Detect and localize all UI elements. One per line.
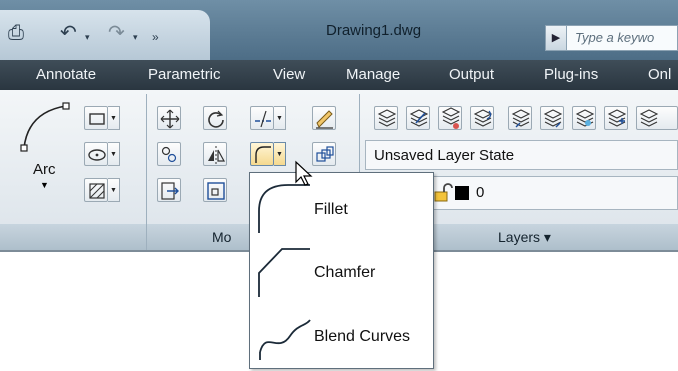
menu-item-chamfer[interactable]: Chamfer <box>250 243 433 305</box>
layer-color-swatch <box>455 186 469 200</box>
tab-online[interactable]: Onl <box>648 66 671 83</box>
layer-tool-icon <box>607 109 627 127</box>
array-icon <box>316 146 334 162</box>
arc-dropdown-icon[interactable]: ▼ <box>40 180 49 190</box>
copy-icon <box>161 146 177 163</box>
layer-state-value: Unsaved Layer State <box>374 147 515 164</box>
rectangle-icon <box>89 113 105 125</box>
tab-parametric[interactable]: Parametric <box>148 66 221 83</box>
undo-icon[interactable]: ↶ <box>60 23 77 43</box>
scale-button[interactable] <box>203 178 227 202</box>
layer-more-icon <box>639 109 659 127</box>
layers-panel-label[interactable]: Layers ▾ <box>498 229 551 246</box>
layer-isolate-icon <box>511 109 531 128</box>
ellipse-icon <box>88 149 106 161</box>
unisolate-layer-button[interactable] <box>540 106 564 130</box>
mirror-icon <box>208 146 226 164</box>
menu-item-label: Fillet <box>314 201 348 218</box>
move-button[interactable] <box>157 106 181 130</box>
move-icon <box>160 109 180 129</box>
stretch-button[interactable] <box>157 178 181 202</box>
trim-dropdown-icon[interactable]: ▼ <box>274 106 286 130</box>
unlock-icon[interactable] <box>433 183 453 203</box>
trim-icon <box>255 110 271 128</box>
layer-walk-button[interactable] <box>572 106 596 130</box>
ellipse-button[interactable] <box>84 142 108 166</box>
layer-current-icon <box>409 109 429 127</box>
layer-walk-icon <box>575 109 595 127</box>
array-button[interactable] <box>312 142 336 166</box>
search-box[interactable]: ▶ Type a keywo <box>545 25 678 51</box>
quick-access-toolbar: ⎙ ↶ ▾ ↷ ▾ » <box>0 10 210 60</box>
rotate-icon <box>208 110 224 128</box>
layer-properties-button[interactable] <box>374 106 398 130</box>
mouse-cursor-icon <box>295 160 313 186</box>
print-icon[interactable]: ⎙ <box>8 23 24 43</box>
tab-view[interactable]: View <box>273 66 305 83</box>
fillet-icon <box>255 146 271 163</box>
menu-item-label: Chamfer <box>314 264 376 281</box>
ribbon-tab-bar: Annotate Parametric View Manage Output P… <box>0 60 678 90</box>
rectangle-dropdown-icon[interactable]: ▼ <box>108 106 120 130</box>
modify-panel-label[interactable]: Mo <box>212 229 231 245</box>
hatch-button[interactable] <box>84 178 108 202</box>
fillet-button[interactable] <box>250 142 274 166</box>
redo-icon[interactable]: ↷ <box>108 23 125 43</box>
hatch-icon <box>89 183 105 199</box>
fillet-dropdown-icon[interactable]: ▼ <box>274 142 286 166</box>
trim-button[interactable] <box>250 106 274 130</box>
panel-separator <box>146 94 147 250</box>
title-bar: ⎙ ↶ ▾ ↷ ▾ » Drawing1.dwg ▶ Type a keywo <box>0 0 678 60</box>
ellipse-dropdown-icon[interactable]: ▼ <box>108 142 120 166</box>
search-expand-arrow-icon[interactable]: ▶ <box>546 26 567 50</box>
layer-previous-icon <box>473 109 493 127</box>
make-current-button[interactable] <box>406 106 430 130</box>
layer-state-dropdown[interactable]: Unsaved Layer State <box>365 140 678 170</box>
tab-annotate[interactable]: Annotate <box>36 66 96 83</box>
match-layer-button[interactable] <box>438 106 462 130</box>
fillet-flyout-menu: Fillet Chamfer Blend Curves <box>249 172 434 369</box>
menu-item-label: Blend Curves <box>314 328 411 345</box>
layer-properties-icon <box>377 109 397 127</box>
chamfer-icon <box>258 248 310 297</box>
arc-label: Arc <box>33 161 56 178</box>
blend-curves-icon <box>259 319 311 360</box>
window-title: Drawing1.dwg <box>326 22 422 39</box>
mirror-button[interactable] <box>203 142 227 166</box>
isolate-layer-button[interactable] <box>508 106 532 130</box>
previous-layer-button[interactable] <box>470 106 494 130</box>
menu-item-blend-curves[interactable]: Blend Curves <box>250 306 433 368</box>
arc-icon <box>20 102 70 152</box>
layer-tool-button[interactable] <box>604 106 628 130</box>
erase-icon <box>316 110 333 129</box>
hatch-dropdown-icon[interactable]: ▼ <box>108 178 120 202</box>
more-commands-icon[interactable]: » <box>152 30 159 44</box>
search-input[interactable]: Type a keywo <box>575 30 654 45</box>
layer-unisolate-icon <box>543 109 563 128</box>
tab-output[interactable]: Output <box>449 66 494 83</box>
rotate-button[interactable] <box>203 106 227 130</box>
stretch-icon <box>161 182 179 200</box>
menu-item-fillet[interactable]: Fillet <box>250 179 433 241</box>
tab-manage[interactable]: Manage <box>346 66 400 83</box>
rectangle-button[interactable] <box>84 106 108 130</box>
copy-button[interactable] <box>157 142 181 166</box>
erase-button[interactable] <box>312 106 336 130</box>
undo-dropdown-icon[interactable]: ▾ <box>85 32 90 43</box>
current-layer-name: 0 <box>476 184 485 201</box>
layer-match-icon <box>441 107 461 129</box>
scale-icon <box>207 182 225 200</box>
redo-dropdown-icon[interactable]: ▾ <box>133 32 138 43</box>
layer-more-button[interactable] <box>636 106 678 130</box>
tab-plug-ins[interactable]: Plug-ins <box>544 66 598 83</box>
